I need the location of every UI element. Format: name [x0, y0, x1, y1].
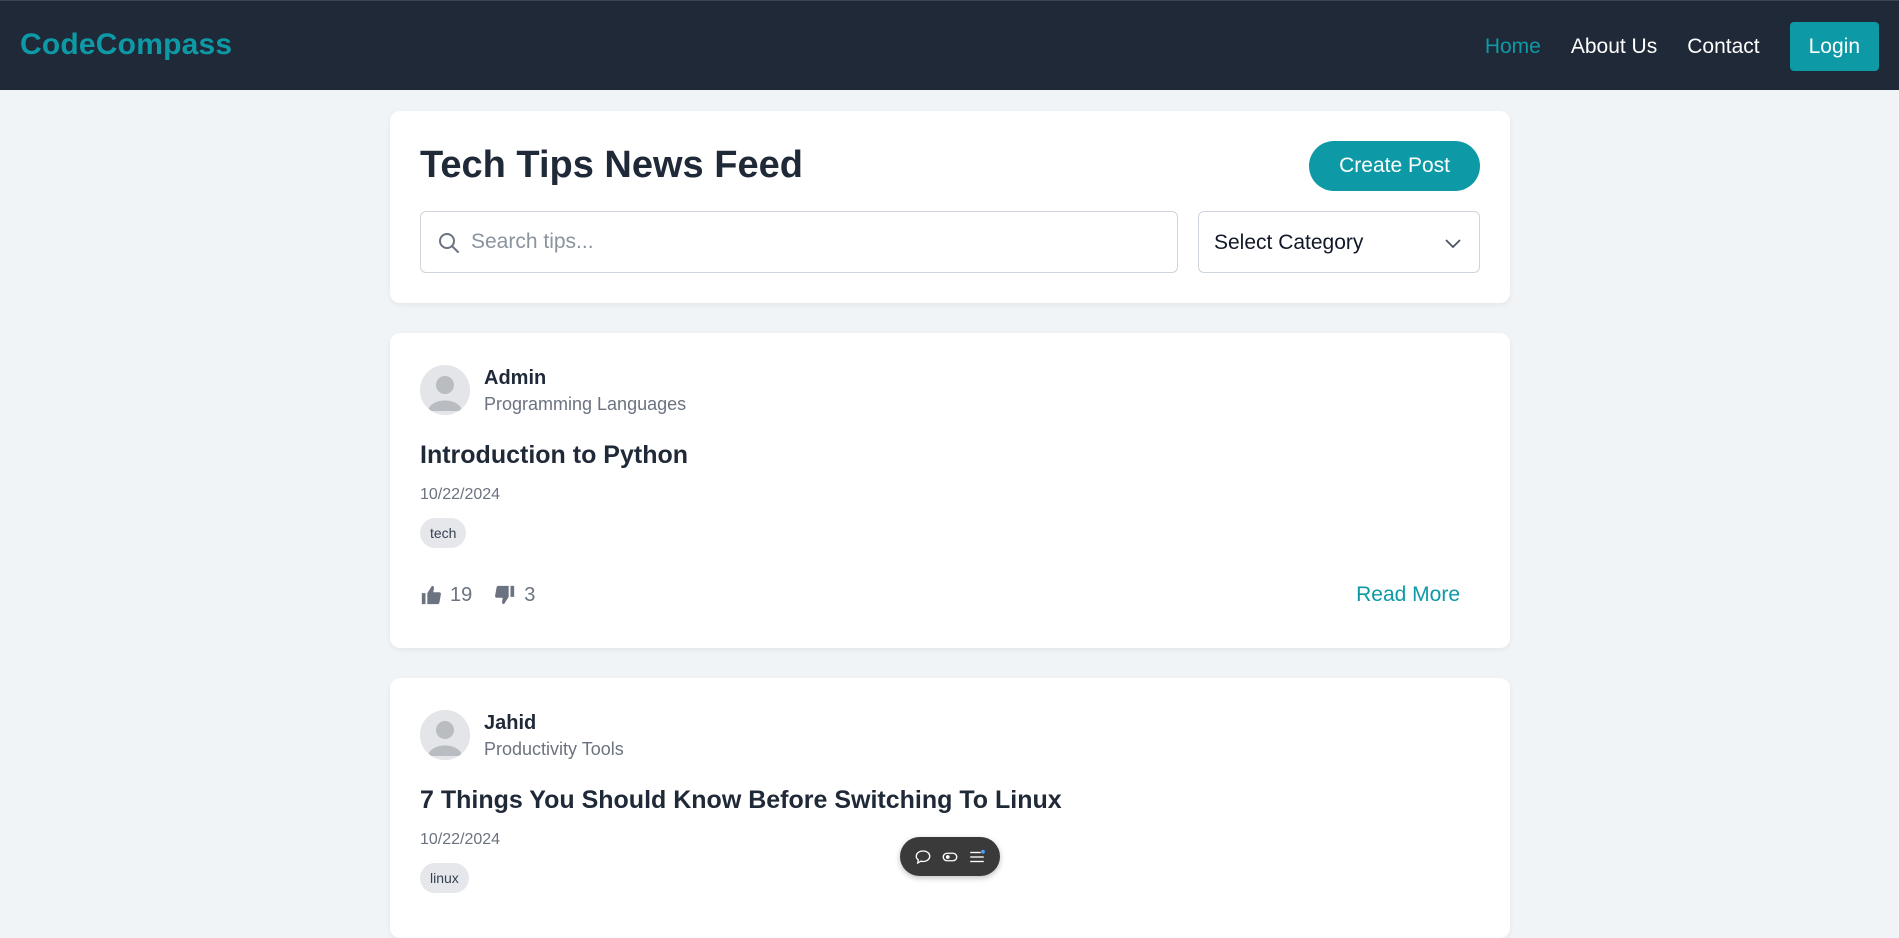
toggle-icon[interactable]: [941, 848, 959, 866]
post-category: Programming Languages: [484, 394, 687, 414]
login-button[interactable]: Login: [1789, 22, 1879, 71]
post-date: 10/22/2024: [420, 486, 501, 503]
thumbs-down-icon: [495, 585, 515, 605]
avatar: [420, 710, 470, 760]
read-more-link[interactable]: Read More: [1356, 583, 1460, 607]
nav-link-about-us[interactable]: About Us: [1571, 35, 1657, 59]
search-icon: [439, 233, 459, 253]
feed-header-card: Tech Tips News Feed Create Post Select C…: [390, 111, 1510, 303]
post-tag[interactable]: linux: [420, 863, 469, 893]
post-author[interactable]: Jahid: [484, 712, 536, 735]
like-button[interactable]: 19: [420, 584, 472, 607]
post-card: Admin Programming Languages Introduction…: [390, 333, 1510, 648]
post-tag[interactable]: tech: [420, 518, 467, 548]
search-box: [420, 211, 1178, 273]
list-settings-icon[interactable]: [968, 848, 986, 866]
top-navbar: CodeCompass Home About Us Contact Login: [0, 0, 1899, 90]
page-title: Tech Tips News Feed: [420, 144, 803, 186]
post-author[interactable]: Admin: [484, 367, 546, 390]
like-count: 19: [450, 583, 473, 606]
search-input[interactable]: [471, 212, 1161, 272]
chevron-down-icon: [1445, 239, 1461, 249]
post-reactions: 19 3: [420, 580, 557, 610]
create-post-button[interactable]: Create Post: [1309, 141, 1480, 191]
nav-link-contact[interactable]: Contact: [1687, 35, 1759, 59]
brand-logo[interactable]: CodeCompass: [20, 28, 232, 62]
post-title[interactable]: Introduction to Python: [420, 441, 688, 470]
post-category: Productivity Tools: [484, 739, 624, 759]
comment-icon[interactable]: [914, 848, 932, 866]
post-date: 10/22/2024: [420, 831, 501, 848]
post-title[interactable]: 7 Things You Should Know Before Switchin…: [420, 786, 1062, 815]
floating-toolbar: [900, 837, 1000, 876]
dislike-count: 3: [524, 583, 536, 606]
nav-links: Home About Us Contact Login: [1455, 22, 1879, 71]
dislike-button[interactable]: 3: [494, 584, 535, 607]
nav-link-home[interactable]: Home: [1485, 35, 1541, 59]
avatar: [420, 365, 470, 415]
category-select[interactable]: Select Category: [1198, 211, 1480, 273]
post-card: Jahid Productivity Tools 7 Things You Sh…: [390, 678, 1510, 938]
category-select-value: Select Category: [1214, 231, 1364, 254]
thumbs-up-icon: [421, 585, 441, 605]
